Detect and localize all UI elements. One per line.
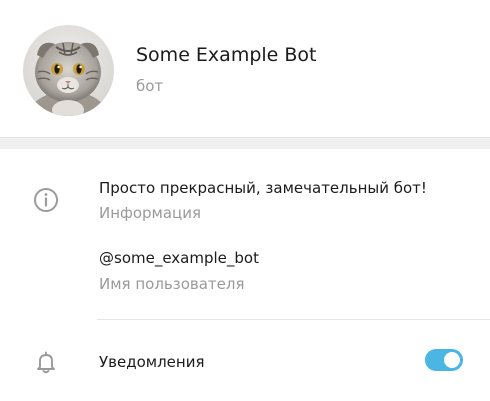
section-separator [0,137,490,149]
about-label: Информация [99,204,202,222]
avatar[interactable] [23,25,114,116]
notifications-toggle[interactable] [425,349,463,371]
notifications-label: Уведомления [99,353,205,371]
profile-panel: Some Example Bot бот Просто прекрасный, … [0,0,490,401]
divider [97,319,490,320]
profile-header: Some Example Bot бот [0,0,490,137]
profile-subtitle: бот [136,77,164,95]
username-label: Имя пользователя [99,275,245,293]
username-value[interactable]: @some_example_bot [99,249,259,267]
info-icon [32,186,60,214]
cat-avatar-image [23,25,114,116]
toggle-knob [442,350,462,370]
profile-name: Some Example Bot [136,44,317,66]
bell-icon [32,348,60,376]
about-text[interactable]: Просто прекрасный, замечательный бот! [99,179,427,197]
